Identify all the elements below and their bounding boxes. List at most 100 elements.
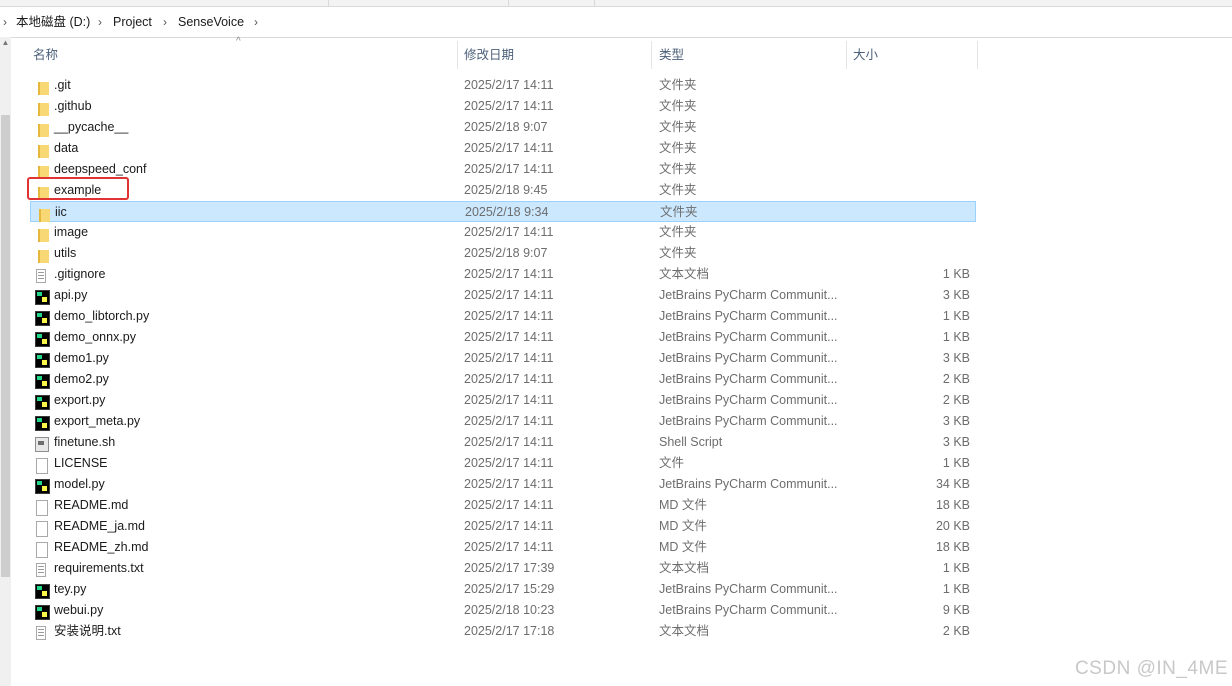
file-name: webui.py — [54, 603, 104, 617]
file-name: .github — [54, 99, 92, 113]
address-bar[interactable]: › 本地磁盘 (D:) › Project › SenseVoice › — [0, 6, 1232, 38]
file-row[interactable]: webui.py 2025/2/18 10:23 JetBrains PyCharm… — [30, 600, 976, 621]
file-type: JetBrains PyCharm Communit... — [659, 330, 838, 344]
file-type: JetBrains PyCharm Communit... — [659, 351, 838, 365]
breadcrumb-drive[interactable]: 本地磁盘 (D:) — [16, 7, 90, 37]
file-name: image — [54, 225, 89, 239]
chevron-right-icon[interactable]: › — [98, 7, 102, 37]
file-modified-date: 2025/2/17 14:11 — [464, 141, 554, 155]
file-row[interactable]: demo_libtorch.py 2025/2/17 14:11 JetBrains… — [30, 306, 976, 327]
file-type: JetBrains PyCharm Communit... — [659, 309, 838, 323]
file-type: JetBrains PyCharm Communit... — [659, 414, 838, 428]
pycharm-file-icon — [34, 477, 50, 494]
file-size: 1 KB — [942, 267, 970, 281]
pycharm-file-icon-glyph — [35, 374, 50, 389]
file-type: JetBrains PyCharm Communit... — [659, 603, 838, 617]
file-row[interactable]: utils 2025/2/18 9:07 文件夹 — [30, 243, 976, 264]
file-type: 文件夹 — [659, 120, 697, 134]
file-row[interactable]: README_ja.md 2025/2/17 14:11 MD 文件 20 KB — [30, 516, 976, 537]
folder-icon-glyph — [38, 145, 49, 158]
file-size: 18 KB — [935, 540, 970, 554]
file-row[interactable]: finetune.sh 2025/2/17 14:11 Shell Script 3 … — [30, 432, 976, 453]
file-type: MD 文件 — [659, 540, 707, 554]
chevron-right-icon[interactable]: › — [163, 7, 167, 37]
folder-icon-glyph — [39, 209, 50, 222]
column-header-type[interactable]: 类型 — [659, 40, 684, 70]
chevron-right-icon[interactable]: › — [254, 7, 258, 37]
file-modified-date: 2025/2/18 10:23 — [464, 603, 555, 617]
file-row[interactable]: README.md 2025/2/17 14:11 MD 文件 18 KB — [30, 495, 976, 516]
column-header-name[interactable]: 名称 — [33, 40, 58, 70]
pycharm-file-icon-glyph — [35, 605, 50, 620]
chevron-right-icon[interactable]: › — [3, 7, 7, 37]
pycharm-file-icon — [34, 603, 50, 620]
file-row[interactable]: data 2025/2/17 14:11 文件夹 — [30, 138, 976, 159]
file-row[interactable]: api.py 2025/2/17 14:11 JetBrains PyCharm C… — [30, 285, 976, 306]
navigation-pane-scrollbar[interactable]: ▲ — [0, 37, 11, 686]
blank-file-icon-glyph — [36, 521, 48, 537]
file-row[interactable]: deepspeed_conf 2025/2/17 14:11 文件夹 — [30, 159, 976, 180]
file-row[interactable]: export_meta.py 2025/2/17 14:11 JetBrains P… — [30, 411, 976, 432]
file-name: requirements.txt — [54, 561, 144, 575]
column-divider[interactable] — [651, 41, 652, 69]
file-row[interactable]: demo2.py 2025/2/17 14:11 JetBrains PyCharm… — [30, 369, 976, 390]
file-size: 1 KB — [942, 330, 970, 344]
file-row[interactable]: LICENSE 2025/2/17 14:11 文件 1 KB — [30, 453, 976, 474]
blank-file-icon-glyph — [36, 500, 48, 516]
pycharm-file-icon — [34, 351, 50, 368]
folder-icon-glyph — [38, 82, 49, 95]
file-name: LICENSE — [54, 456, 108, 470]
file-modified-date: 2025/2/17 14:11 — [464, 414, 554, 428]
file-modified-date: 2025/2/17 14:11 — [464, 288, 554, 302]
file-row[interactable]: README_zh.md 2025/2/17 14:11 MD 文件 18 KB — [30, 537, 976, 558]
column-header-date[interactable]: 修改日期 — [464, 40, 514, 70]
scrollbar-thumb[interactable] — [1, 115, 10, 577]
file-size: 3 KB — [942, 288, 970, 302]
file-row[interactable]: .git 2025/2/17 14:11 文件夹 — [30, 75, 976, 96]
file-name: demo1.py — [54, 351, 109, 365]
file-row[interactable]: image 2025/2/17 14:11 文件夹 — [30, 222, 976, 243]
file-type: JetBrains PyCharm Communit... — [659, 372, 838, 386]
file-type: 文本文档 — [659, 267, 710, 281]
breadcrumb-sensevoice[interactable]: SenseVoice — [178, 7, 244, 37]
file-row[interactable]: example 2025/2/18 9:45 文件夹 — [30, 180, 976, 201]
text-file-icon — [34, 561, 50, 577]
file-name: export_meta.py — [54, 414, 141, 428]
file-modified-date: 2025/2/17 14:11 — [464, 267, 554, 281]
file-size: 34 KB — [935, 477, 970, 491]
scroll-up-arrow-icon[interactable]: ▲ — [0, 37, 11, 48]
file-row[interactable]: model.py 2025/2/17 14:11 JetBrains PyCharm… — [30, 474, 976, 495]
file-row[interactable]: requirements.txt 2025/2/17 17:39 文本文档 1 KB — [30, 558, 976, 579]
sort-ascending-icon: ^ — [236, 36, 241, 47]
column-divider[interactable] — [846, 41, 847, 69]
pycharm-file-icon-glyph — [35, 353, 50, 368]
file-modified-date: 2025/2/17 14:11 — [464, 477, 554, 491]
breadcrumb-project[interactable]: Project — [113, 7, 152, 37]
file-name: utils — [54, 246, 77, 260]
file-modified-date: 2025/2/17 14:11 — [464, 435, 554, 449]
file-name: demo_onnx.py — [54, 330, 137, 344]
column-divider[interactable] — [977, 41, 978, 69]
file-row[interactable]: tey.py 2025/2/17 15:29 JetBrains PyCharm C… — [30, 579, 976, 600]
folder-icon — [34, 246, 50, 263]
pycharm-file-icon — [34, 330, 50, 347]
file-type: MD 文件 — [659, 498, 707, 512]
file-row[interactable]: iic 2025/2/18 9:34 文件夹 — [30, 201, 976, 222]
shell-script-icon-glyph — [35, 437, 49, 452]
file-size: 2 KB — [942, 372, 970, 386]
file-row[interactable]: demo_onnx.py 2025/2/17 14:11 JetBrains PyC… — [30, 327, 976, 348]
folder-icon — [34, 162, 50, 179]
column-divider[interactable] — [457, 41, 458, 69]
file-row[interactable]: export.py 2025/2/17 14:11 JetBrains PyChar… — [30, 390, 976, 411]
file-row[interactable]: .github 2025/2/17 14:11 文件夹 — [30, 96, 976, 117]
file-row[interactable]: __pycache__ 2025/2/18 9:07 文件夹 — [30, 117, 976, 138]
pycharm-file-icon-glyph — [35, 311, 50, 326]
highlight-annotation-box — [27, 177, 129, 200]
file-name: iic — [55, 205, 67, 219]
file-row[interactable]: 安装说明.txt 2025/2/17 17:18 文本文档 2 KB — [30, 621, 976, 642]
file-row[interactable]: demo1.py 2025/2/17 14:11 JetBrains PyCharm… — [30, 348, 976, 369]
column-header-size[interactable]: 大小 — [853, 40, 878, 70]
pycharm-file-icon-glyph — [35, 479, 50, 494]
file-row[interactable]: .gitignore 2025/2/17 14:11 文本文档 1 KB — [30, 264, 976, 285]
file-modified-date: 2025/2/18 9:34 — [465, 205, 549, 219]
